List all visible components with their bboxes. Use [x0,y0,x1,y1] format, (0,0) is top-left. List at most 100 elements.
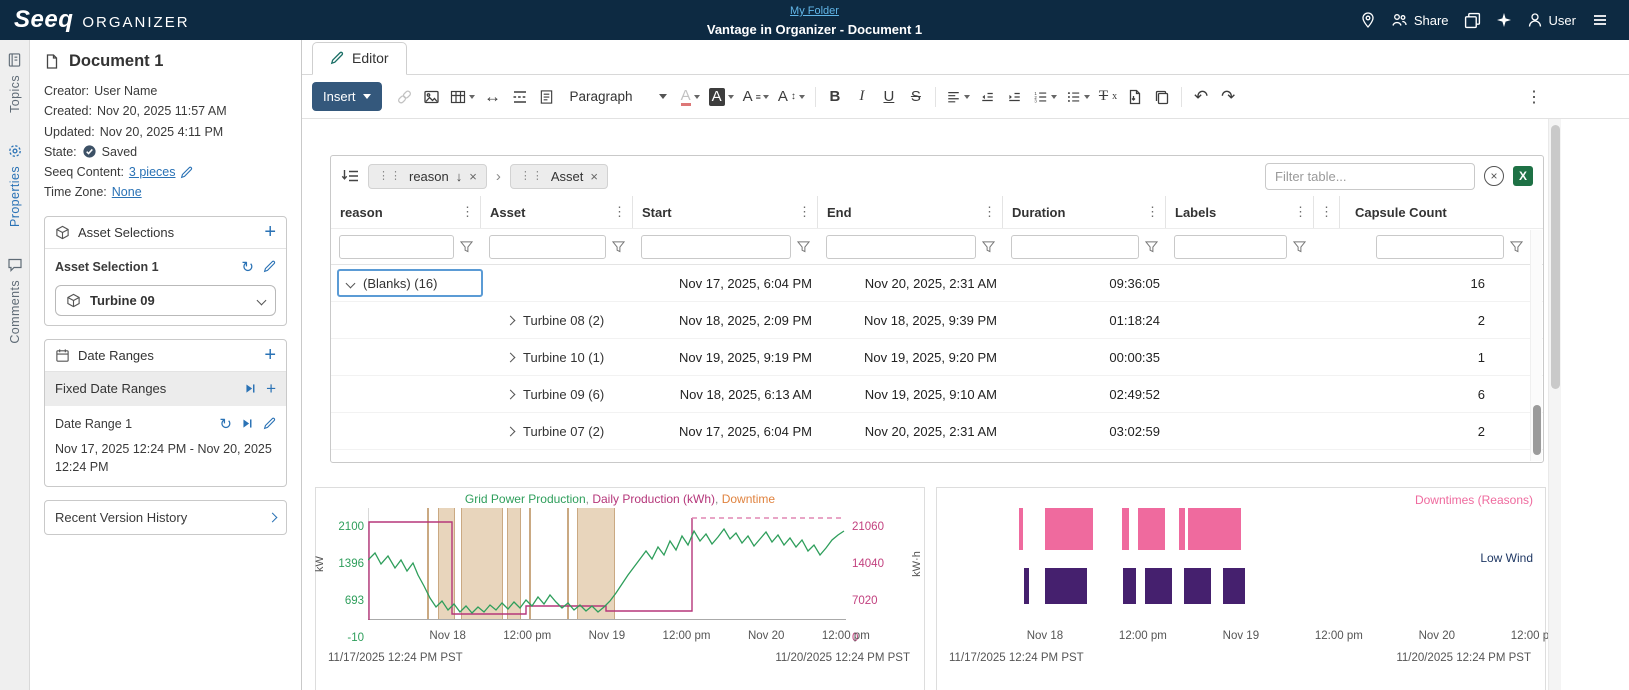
chevron-right-icon[interactable] [506,315,516,325]
column-filter-input-reason[interactable] [339,235,454,259]
editor-scrollbar[interactable] [1548,119,1561,690]
tab-comments[interactable]: Comments [7,257,23,344]
filter-table-input[interactable] [1265,163,1475,190]
refresh-date-range-icon[interactable]: ↻ [219,415,232,433]
column-header-duration[interactable]: Duration ⋮ [1003,196,1166,228]
column-header-end[interactable]: End ⋮ [818,196,1003,228]
insert-button[interactable]: Insert [312,82,382,111]
ins ert-table-icon[interactable] [446,82,479,112]
column-header-labels[interactable]: Labels ⋮ [1166,196,1314,228]
column-filter-input-labels[interactable] [1174,235,1287,259]
insert-image-icon[interactable] [419,82,445,112]
column-filter-input-end[interactable] [826,235,976,259]
capsule-bar[interactable] [1145,568,1172,604]
capsule-bar[interactable] [1045,508,1093,550]
paragraph-style-dropdown[interactable]: Paragraph [561,89,676,104]
filter-funnel-icon[interactable] [1293,241,1306,253]
font-color-icon[interactable]: A [677,82,704,112]
filter-funnel-icon[interactable] [612,241,625,253]
add-asset-selection-button[interactable]: + [264,225,276,239]
capsule-bar[interactable] [1223,568,1245,604]
column-menu-kebab-icon[interactable]: ⋮ [977,204,1002,220]
filter-funnel-icon[interactable] [1510,241,1523,253]
worksheets-icon[interactable] [1464,12,1481,29]
asset-selector-dropdown[interactable]: Turbine 09 [55,285,276,316]
capsule-bar[interactable] [1024,568,1029,604]
downtimes-chart[interactable]: Downtimes (Reasons) Low Wind Nov 1812:00… [936,487,1546,690]
increase-indent-icon[interactable] [1002,82,1028,112]
breadcrumb-my-folder[interactable]: My Folder [790,5,839,17]
column-filter-input-start[interactable] [641,235,791,259]
edit-date-range-pencil-icon[interactable] [263,417,276,430]
filter-funnel-icon[interactable] [797,241,810,253]
column-menu-kebab-icon[interactable]: ⋮ [607,204,632,220]
text-block-icon[interactable] [534,82,560,112]
bullet-list-icon[interactable] [1062,82,1094,112]
chevron-right-icon[interactable] [506,389,516,399]
table-row[interactable]: Turbine 08 (2) Nov 18, 2025, 2:09 PM Nov… [331,302,1543,339]
column-header-start[interactable]: Start ⋮ [633,196,818,228]
link-icon[interactable] [392,82,418,112]
column-menu-kebab-icon[interactable]: ⋮ [792,204,817,220]
excel-export-icon[interactable]: X [1513,166,1533,186]
share-button[interactable]: Share [1391,12,1449,28]
undo-icon[interactable]: ↶ [1188,82,1214,112]
capsule-bar[interactable] [1123,568,1135,604]
sort-desc-icon[interactable]: ↓ [456,170,463,183]
chevron-right-icon[interactable] [506,426,516,436]
capsule-bar[interactable] [1122,508,1130,550]
ordered-list-icon[interactable]: 123 [1029,82,1061,112]
remove-chip-icon[interactable]: × [469,170,477,183]
column-filter-input-duration[interactable] [1011,235,1139,259]
clear-formatting-icon[interactable]: Tx [1095,82,1121,112]
seeq-content-link[interactable]: 3 pieces [129,162,176,182]
strikethrough-icon[interactable]: S [903,82,929,112]
highlight-color-icon[interactable]: A [705,82,738,112]
power-production-chart[interactable]: Grid Power Production, Daily Production … [315,487,925,690]
edit-asset-selection-pencil-icon[interactable] [263,260,276,273]
remove-chip-icon[interactable]: × [590,170,598,183]
step-date-range-icon[interactable] [241,417,254,430]
column-header-menu[interactable]: ⋮ [1314,196,1340,228]
table-scrollbar-thumb[interactable] [1533,405,1541,455]
edit-content-pencil-icon[interactable] [180,166,193,179]
chevron-down-icon[interactable] [346,278,356,288]
capsule-bar[interactable] [1019,508,1024,550]
chevron-right-icon[interactable] [506,352,516,362]
user-menu[interactable]: User [1527,12,1576,28]
map-pin-icon[interactable] [1360,12,1376,28]
refresh-asset-selection-icon[interactable]: ↻ [241,258,254,276]
tab-editor[interactable]: Editor [312,42,407,75]
power-plot-area[interactable] [368,508,846,620]
table-scrollbar[interactable] [1530,230,1542,461]
page-break-icon[interactable] [507,82,533,112]
line-height-icon[interactable]: A↕ [774,82,809,112]
bold-icon[interactable]: B [822,82,848,112]
seeq-logo[interactable]: Seeq ORGANIZER [0,6,190,34]
pdf-export-icon[interactable] [1122,82,1148,112]
filter-funnel-icon[interactable] [460,241,473,253]
tab-properties[interactable]: Properties [7,143,23,227]
capsule-bar[interactable] [1188,508,1241,550]
column-menu-kebab-icon[interactable]: ⋮ [1314,204,1339,220]
step-to-now-icon[interactable] [244,382,257,395]
italic-icon[interactable]: I [849,82,875,112]
toolbar-overflow-kebab-icon[interactable]: ⋮ [1521,82,1547,112]
capsule-bar[interactable] [1045,568,1087,604]
column-menu-kebab-icon[interactable]: ⋮ [1140,204,1165,220]
group-chip-reason[interactable]: ⋮⋮ reason ↓ × [368,164,487,189]
group-by-icon[interactable] [341,168,359,184]
timezone-link[interactable]: None [112,182,142,202]
clear-filters-icon[interactable]: × [1484,166,1504,186]
column-header-reason[interactable]: reason ⋮ [331,196,481,228]
drag-handle-icon[interactable]: ⋮⋮ [520,171,544,182]
column-menu-kebab-icon[interactable]: ⋮ [455,204,480,220]
add-date-range-button[interactable]: + [264,348,276,362]
hamburger-menu-icon[interactable] [1591,12,1609,28]
table-row[interactable]: (Blanks) (16) Nov 17, 2025, 6:04 PM Nov … [331,265,1543,302]
tab-topics[interactable]: Topics [7,52,22,113]
capsule-bar[interactable] [1179,508,1184,550]
decrease-indent-icon[interactable] [975,82,1001,112]
align-icon[interactable] [942,82,974,112]
version-history-box[interactable]: Recent Version History [44,500,287,535]
